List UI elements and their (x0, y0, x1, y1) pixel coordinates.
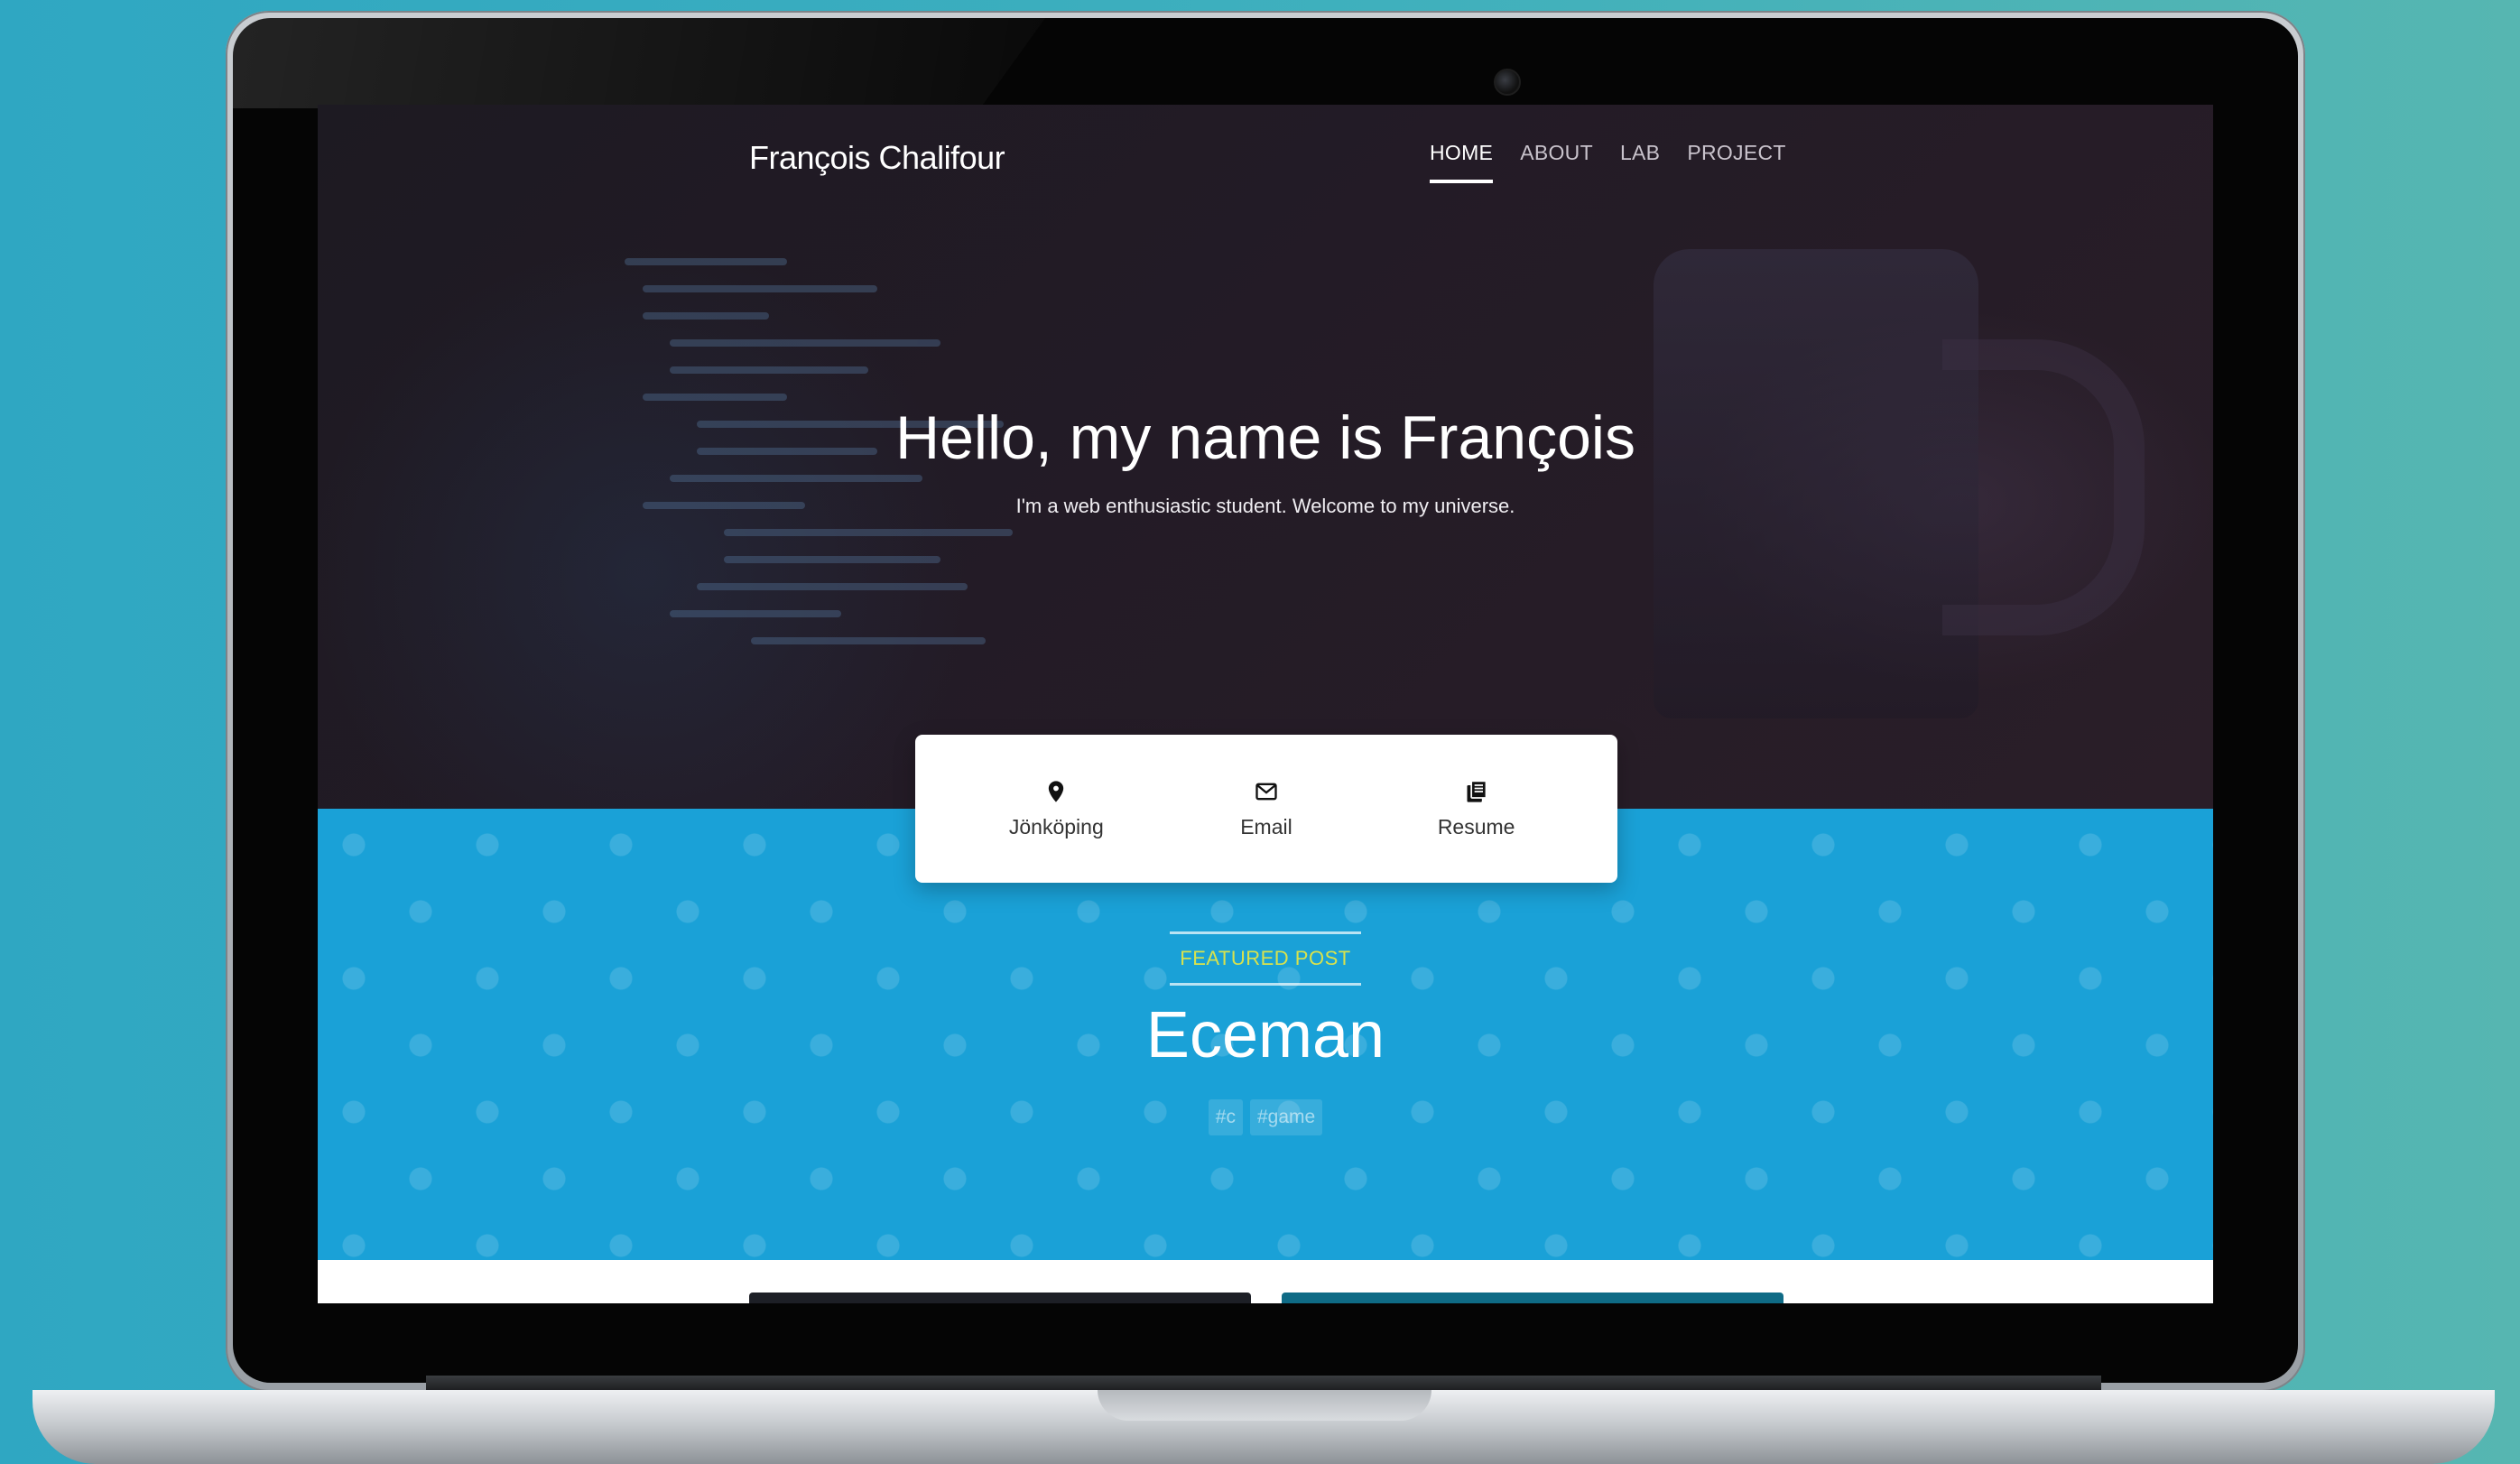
posts-section (318, 1260, 2213, 1303)
featured-post-title[interactable]: Eceman (318, 998, 2213, 1072)
hero-section: François Chalifour HOME ABOUT LAB PROJEC… (318, 105, 2213, 809)
featured-post-label: FEATURED POST (1170, 931, 1361, 986)
background-mug-handle (1942, 339, 2145, 635)
featured-post-tags: #c #game (318, 1099, 2213, 1135)
contact-resume-label: Resume (1437, 814, 1515, 839)
site-brand[interactable]: François Chalifour (749, 139, 1005, 177)
camera-icon (1494, 69, 1521, 96)
contact-email[interactable]: Email (1185, 779, 1348, 839)
contact-resume[interactable]: Resume (1395, 779, 1558, 839)
post-card-preview-1[interactable] (749, 1293, 1251, 1303)
hero-tagline: I'm a web enthusiastic student. Welcome … (1015, 495, 1515, 517)
document-stack-icon (1467, 779, 1487, 802)
screen-glare (233, 18, 1045, 108)
browser-screen: François Chalifour HOME ABOUT LAB PROJEC… (318, 105, 2213, 1303)
envelope-icon (1255, 783, 1277, 800)
background-code-image (588, 240, 1292, 746)
tag-c[interactable]: #c (1208, 1099, 1243, 1135)
post-card-preview-2[interactable] (1282, 1293, 1783, 1303)
nav-item-home[interactable]: HOME (1430, 141, 1494, 183)
main-nav: HOME ABOUT LAB PROJECT (1430, 141, 1786, 183)
featured-label-wrap: FEATURED POST (318, 931, 2213, 986)
background-mug-image (1654, 249, 1978, 718)
contact-email-label: Email (1240, 814, 1292, 839)
laptop-notch (1098, 1390, 1431, 1421)
contact-location[interactable]: Jönköping (975, 779, 1137, 839)
hero-heading: Hello, my name is François (894, 403, 1636, 472)
tag-game[interactable]: #game (1249, 1099, 1323, 1135)
nav-item-project[interactable]: PROJECT (1687, 141, 1785, 183)
map-pin-icon (1049, 780, 1064, 802)
nav-item-lab[interactable]: LAB (1620, 141, 1660, 183)
contact-card: Jönköping Email Resume (915, 735, 1617, 883)
contact-location-label: Jönköping (1008, 814, 1104, 839)
nav-item-about[interactable]: ABOUT (1520, 141, 1593, 183)
